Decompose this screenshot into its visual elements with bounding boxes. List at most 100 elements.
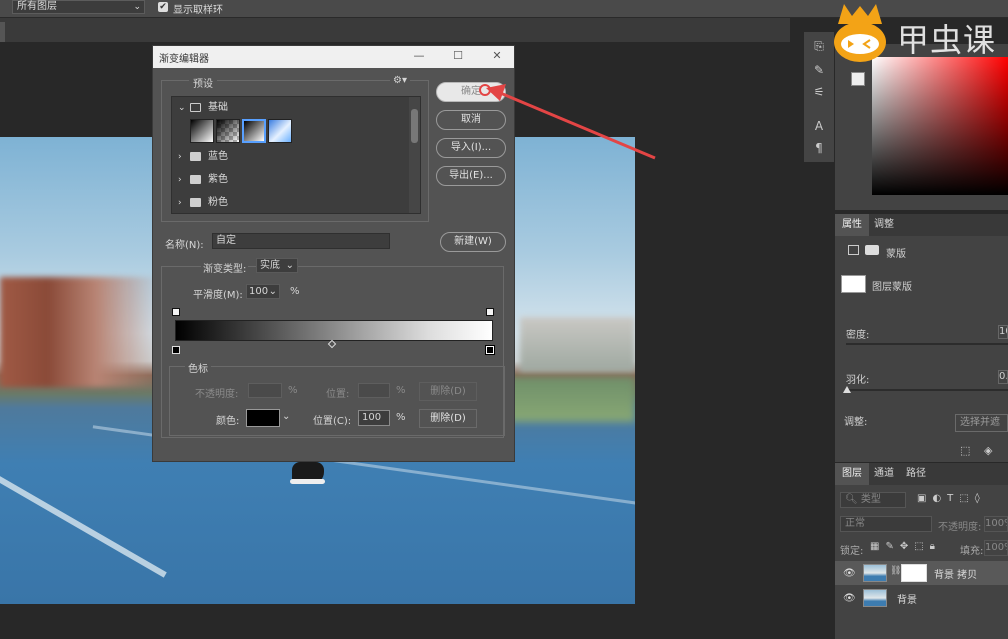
layer-filter-value: 类型	[860, 494, 881, 505]
tab-paths[interactable]: 路径	[899, 463, 933, 485]
brush-icon[interactable]: ✎	[811, 62, 827, 78]
layer-filter-icons[interactable]: ▣◐T⬚◊	[917, 493, 986, 504]
history-icon[interactable]: ⎘	[811, 38, 827, 54]
tab-adjustments[interactable]: 调整	[867, 214, 901, 236]
layer-opacity-value[interactable]: 100%	[984, 516, 1008, 532]
layer-thumbnail	[863, 564, 887, 582]
opacity-stop-right[interactable]	[486, 308, 494, 316]
lock-icons[interactable]: ▦✎✥⬚🔒︎	[870, 541, 941, 552]
delete-opacity-stop-button: 删除(D)	[419, 382, 477, 401]
chevron-down-icon[interactable]: ⌄	[282, 411, 290, 422]
paragraph-icon[interactable]: ¶	[811, 140, 827, 156]
preset-swatch-blue[interactable]	[268, 119, 292, 143]
stop-color-swatch[interactable]	[246, 409, 280, 427]
fill-label: 填充:	[960, 546, 984, 557]
cancel-button[interactable]: 取消	[436, 110, 506, 130]
stop-location-unit: %	[396, 412, 406, 423]
document-tab[interactable]	[0, 22, 5, 42]
minimize-icon[interactable]: —	[411, 48, 427, 64]
photo-track-line	[0, 462, 167, 578]
presets-label: 预设	[189, 75, 217, 90]
layer-name: 背景 拷贝	[934, 570, 978, 581]
mouse-cursor-highlight	[479, 84, 491, 96]
chain-link-icon[interactable]: ⛓︎	[890, 566, 901, 576]
chevron-right-icon: ›	[178, 175, 182, 185]
presets-scroll-thumb[interactable]	[411, 109, 418, 143]
gear-icon[interactable]: ⚙▾	[390, 75, 410, 86]
sample-layers-select[interactable]: 所有图层 ⌄	[12, 0, 145, 14]
new-gradient-button[interactable]: 新建(W)	[440, 232, 506, 252]
adjust-sliders-icon[interactable]: ⚟	[811, 84, 827, 100]
document-tab-bar	[0, 18, 790, 42]
adjust-label: 调整:	[844, 417, 868, 428]
feather-slider-handle[interactable]	[843, 386, 851, 393]
layer-mask-thumbnail[interactable]	[901, 564, 927, 582]
folder-label: 紫色	[208, 174, 228, 185]
tab-channels[interactable]: 通道	[867, 463, 901, 485]
stop-opacity-location-label: 位置:	[326, 389, 350, 400]
stop-opacity-unit: %	[288, 385, 298, 396]
density-slider[interactable]	[846, 343, 1008, 345]
preset-folder-blue[interactable]: › 蓝色	[172, 147, 408, 167]
show-sampling-ring-checkbox[interactable]: ✔	[158, 2, 168, 12]
visibility-eye-icon[interactable]: 👁︎	[843, 568, 856, 579]
opacity-stop-left[interactable]	[172, 308, 180, 316]
layer-row[interactable]: 👁︎ ⛓︎ 背景 拷贝	[835, 561, 1008, 585]
layer-opacity-label: 不透明度:	[938, 522, 982, 533]
feather-value[interactable]: 0.	[998, 370, 1008, 384]
preset-folder-basic[interactable]: ⌄ 基础	[172, 98, 408, 118]
preset-folder-purple[interactable]: › 紫色	[172, 170, 408, 190]
apply-mask-icon[interactable]: ◈	[984, 444, 992, 457]
folder-icon	[190, 175, 201, 184]
feather-slider[interactable]	[846, 389, 1008, 391]
character-icon[interactable]: A	[811, 118, 827, 134]
select-and-mask-button[interactable]: 选择并遮	[955, 414, 1008, 432]
properties-tabs: 属性 调整	[835, 214, 1008, 236]
color-stop-left[interactable]	[172, 346, 180, 354]
foreground-color-swatch[interactable]	[851, 72, 865, 86]
folder-icon	[190, 152, 201, 161]
dialog-titlebar[interactable]: 渐变编辑器 — ☐ ✕	[153, 46, 514, 68]
export-button[interactable]: 导出(E)...	[436, 166, 506, 186]
import-button[interactable]: 导入(I)...	[436, 138, 506, 158]
vector-mask-icon[interactable]	[865, 245, 879, 255]
presets-list[interactable]: ⌄ 基础 › 蓝色 › 紫色 › 粉色	[171, 96, 421, 214]
fill-value[interactable]: 100%	[984, 540, 1008, 556]
stop-opacity-input	[248, 383, 282, 398]
folder-label: 粉色	[208, 197, 228, 208]
color-stop-right[interactable]	[485, 345, 495, 355]
preset-swatch-fg-bg[interactable]	[190, 119, 214, 143]
preset-swatch-black-white[interactable]	[242, 119, 266, 143]
visibility-eye-icon[interactable]: 👁︎	[843, 593, 856, 604]
density-value[interactable]: 10	[998, 325, 1008, 339]
gradient-type-select[interactable]: 实底 ⌄	[256, 258, 298, 273]
layer-filter-select[interactable]: 🔍︎ 类型	[840, 492, 906, 508]
tab-properties[interactable]: 属性	[835, 214, 869, 236]
gradient-name-input[interactable]: 自定	[212, 233, 390, 249]
layer-row[interactable]: 👁︎ 背景	[835, 586, 1008, 610]
maximize-icon[interactable]: ☐	[450, 48, 466, 64]
preset-swatches	[190, 119, 294, 145]
preset-folder-pink[interactable]: › 粉色	[172, 193, 408, 213]
load-selection-icon[interactable]: ⬚	[960, 444, 970, 457]
lock-label: 锁定:	[840, 546, 864, 557]
stop-location-input[interactable]: 100	[358, 410, 390, 426]
ok-button[interactable]: 确定	[436, 82, 506, 102]
gradient-preview-bar[interactable]	[175, 320, 493, 341]
layer-mask-label: 图层蒙版	[872, 282, 912, 293]
color-picker-field[interactable]	[872, 57, 1008, 195]
close-icon[interactable]: ✕	[489, 48, 505, 64]
smoothness-value: 100	[249, 286, 269, 297]
chevron-down-icon: ⌄	[178, 103, 186, 113]
blend-mode-select[interactable]: 正常	[840, 516, 932, 532]
pixel-mask-icon[interactable]	[848, 245, 859, 255]
preset-swatch-fg-transparent[interactable]	[216, 119, 240, 143]
search-icon: 🔍︎	[845, 494, 858, 505]
delete-color-stop-button[interactable]: 删除(D)	[419, 409, 477, 428]
folder-label: 基础	[208, 102, 228, 113]
smoothness-unit: %	[290, 286, 300, 297]
mask-thumbnail	[841, 275, 866, 293]
name-label: 名称(N):	[165, 240, 204, 251]
smoothness-input[interactable]: 100 ⌄	[246, 284, 280, 299]
tab-layers[interactable]: 图层	[835, 463, 869, 485]
